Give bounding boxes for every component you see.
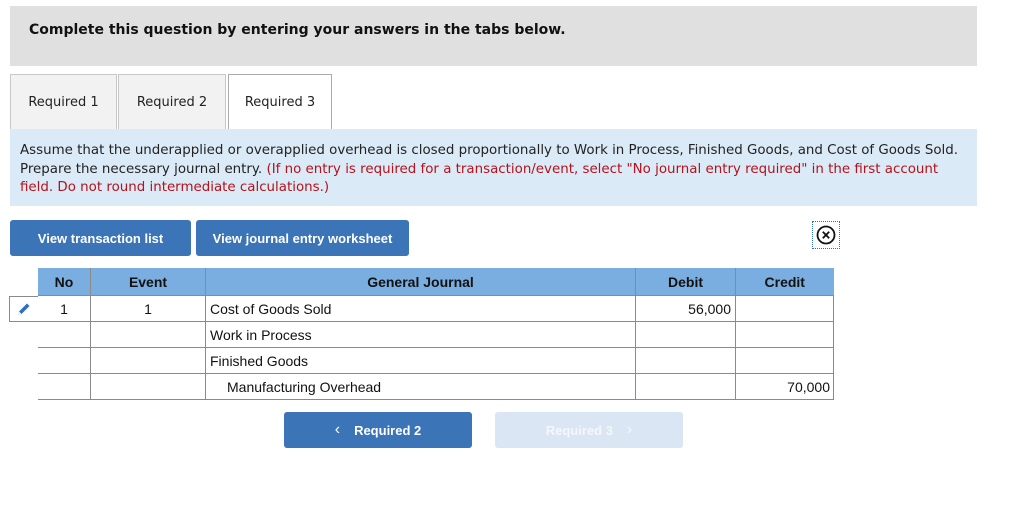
column-header-event: Event: [90, 268, 206, 296]
cell-event: [90, 347, 206, 374]
cell-credit[interactable]: [735, 321, 834, 348]
cell-event: [90, 321, 206, 348]
cell-account[interactable]: Manufacturing Overhead: [205, 373, 636, 400]
cell-debit[interactable]: [635, 373, 736, 400]
cell-credit[interactable]: [735, 347, 834, 374]
pencil-icon: [18, 303, 30, 315]
tab-required-2[interactable]: Required 2: [118, 74, 226, 129]
circle-x-icon: [816, 225, 836, 245]
general-journal-table: No Event General Journal Debit Credit 1 …: [38, 268, 834, 400]
cell-event: 1: [90, 295, 206, 322]
cell-account[interactable]: Finished Goods: [205, 347, 636, 374]
table-row: 1 1 Cost of Goods Sold 56,000: [38, 295, 834, 322]
table-row: Work in Process: [38, 321, 834, 348]
view-journal-entry-worksheet-button[interactable]: View journal entry worksheet: [196, 220, 409, 256]
column-header-general-journal: General Journal: [205, 268, 636, 296]
column-header-no: No: [38, 268, 91, 296]
prev-required-2-button[interactable]: ‹ Required 2: [284, 412, 472, 448]
cell-account[interactable]: Cost of Goods Sold: [205, 295, 636, 322]
next-required-3-button[interactable]: Required 3 ›: [495, 412, 683, 448]
cell-credit[interactable]: [735, 295, 834, 322]
edit-entry-button[interactable]: [9, 296, 38, 322]
cell-no: [38, 321, 91, 348]
cell-credit[interactable]: 70,000: [735, 373, 834, 400]
table-row: Finished Goods: [38, 347, 834, 374]
cell-debit[interactable]: 56,000: [635, 295, 736, 322]
cell-no: [38, 347, 91, 374]
cell-debit[interactable]: [635, 347, 736, 374]
chevron-left-icon: ‹: [334, 421, 341, 438]
cell-account[interactable]: Work in Process: [205, 321, 636, 348]
close-button[interactable]: [812, 221, 840, 249]
next-button-label: Required 3: [545, 422, 613, 438]
question-header: Complete this question by entering your …: [10, 6, 977, 66]
tab-required-3[interactable]: Required 3: [228, 74, 332, 130]
cell-no: [38, 373, 91, 400]
cell-no: 1: [38, 295, 91, 322]
cell-event: [90, 373, 206, 400]
prev-button-label: Required 2: [354, 422, 422, 438]
instructions-text: Assume that the underapplied or overappl…: [20, 142, 965, 198]
table-row: Manufacturing Overhead 70,000: [38, 373, 834, 400]
instructions-box: Assume that the underapplied or overappl…: [10, 129, 977, 206]
view-transaction-list-button[interactable]: View transaction list: [10, 220, 191, 256]
table-header-row: No Event General Journal Debit Credit: [38, 268, 834, 296]
column-header-credit: Credit: [735, 268, 834, 296]
chevron-right-icon: ›: [626, 421, 633, 438]
tab-required-1[interactable]: Required 1: [10, 74, 117, 129]
column-header-debit: Debit: [635, 268, 736, 296]
cell-debit[interactable]: [635, 321, 736, 348]
header-text: Complete this question by entering your …: [29, 22, 566, 38]
